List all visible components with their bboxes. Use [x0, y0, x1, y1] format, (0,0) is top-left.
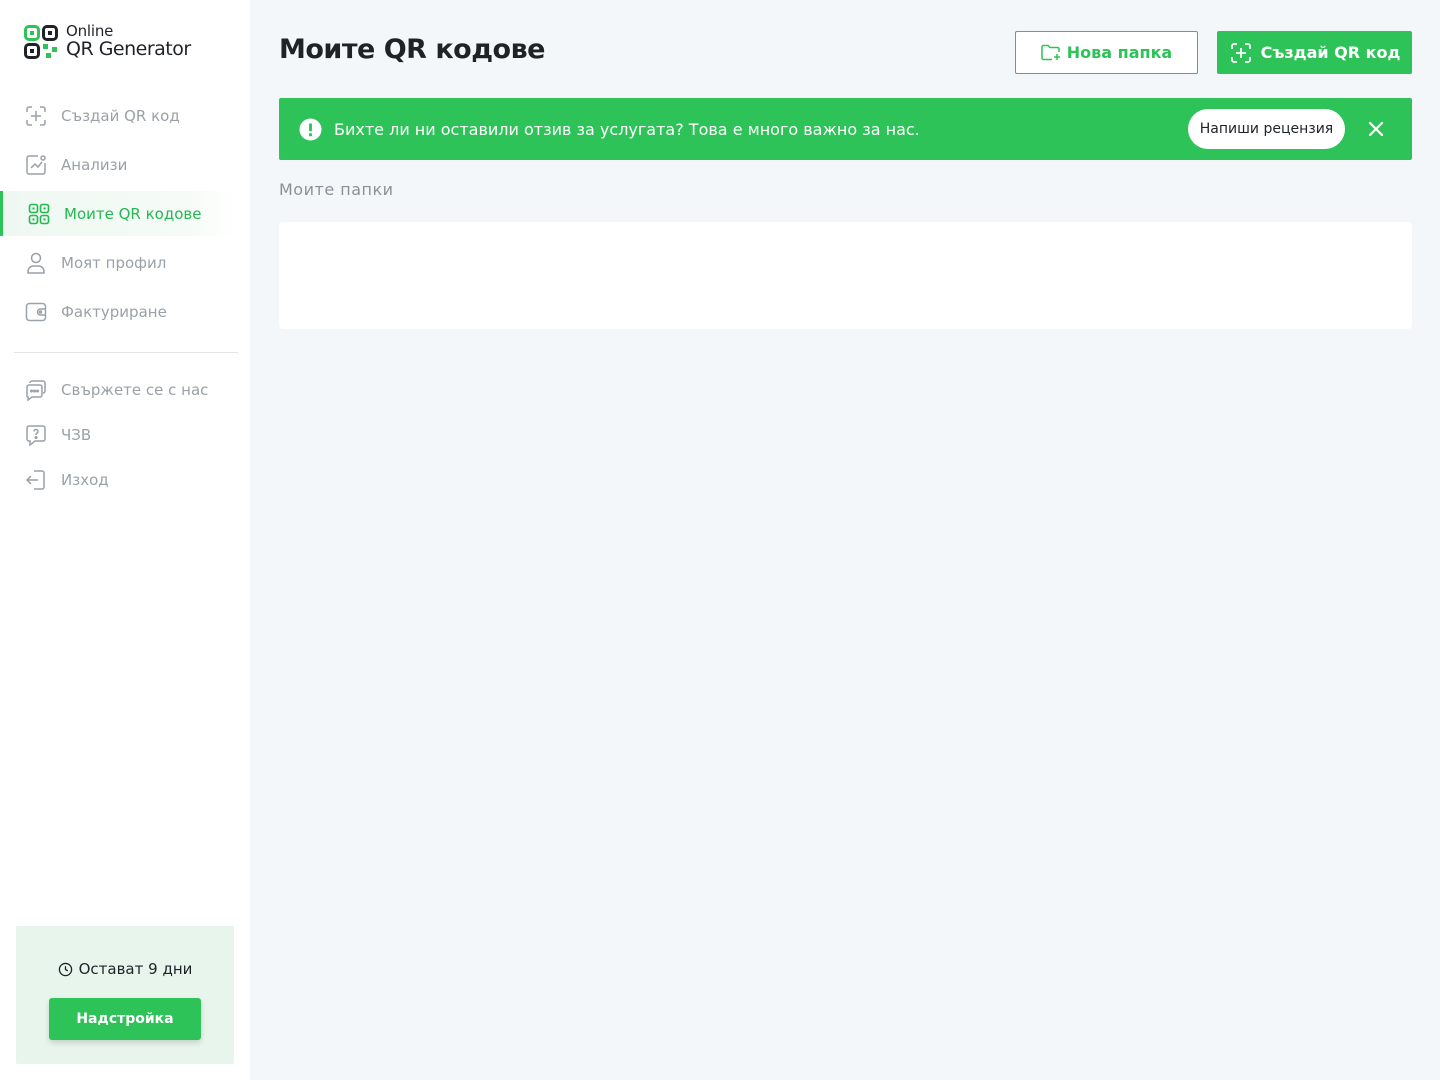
trial-days-text: Остават 9 дни	[78, 960, 193, 978]
sidebar-item-contact[interactable]: Свържете се с нас	[0, 367, 250, 412]
sidebar-item-label: Моят профил	[61, 253, 167, 272]
write-review-button[interactable]: Напиши рецензия	[1188, 109, 1345, 149]
logo[interactable]: Online QR Generator	[24, 24, 191, 59]
logo-qr-icon	[24, 24, 58, 59]
sidebar-item-label: Създай QR код	[61, 106, 180, 125]
wallet-icon	[24, 300, 48, 324]
sidebar-item-label: Изход	[61, 470, 109, 489]
clock-icon	[58, 962, 72, 976]
sidebar-item-label: Фактуриране	[61, 302, 167, 321]
sidebar-item-label: Свържете се с нас	[61, 380, 209, 399]
sidebar-item-my-qr-codes[interactable]: Моите QR кодове	[0, 191, 235, 236]
sidebar-item-label: Моите QR кодове	[64, 204, 202, 223]
folders-heading: Моите папки	[279, 180, 394, 199]
chat-icon	[24, 378, 48, 402]
sidebar-item-profile[interactable]: Моят профил	[0, 240, 250, 285]
new-folder-button[interactable]: Нова папка	[1015, 31, 1198, 74]
sidebar-item-label: ЧЗВ	[61, 425, 92, 444]
close-icon[interactable]	[1366, 119, 1386, 139]
new-folder-label: Нова папка	[1066, 43, 1173, 62]
folder-plus-icon	[1041, 44, 1060, 60]
logo-line2: QR Generator	[66, 38, 191, 60]
alert-circle-icon	[299, 117, 322, 141]
sidebar-item-create[interactable]: Създай QR код	[0, 93, 250, 138]
trial-status: Остават 9 дни	[16, 960, 234, 978]
create-qr-label: Създай QR код	[1260, 43, 1401, 62]
sidebar-divider	[14, 352, 238, 353]
sidebar-nav: Създай QR код Анализи Моите QR кодове Мо…	[0, 93, 250, 338]
sidebar-item-logout[interactable]: Изход	[0, 457, 250, 502]
page-title: Моите QR кодове	[279, 34, 545, 65]
plus-square-icon	[1230, 42, 1251, 63]
chart-line-icon	[24, 153, 48, 177]
qr-code-icon	[27, 202, 51, 226]
trial-panel: Остават 9 дни Надстройка	[16, 926, 234, 1064]
plus-square-icon	[24, 104, 48, 128]
question-icon	[24, 423, 48, 447]
logout-icon	[24, 468, 48, 492]
sidebar-item-label: Анализи	[61, 155, 128, 174]
logo-line1: Online	[66, 22, 114, 40]
sidebar-secondary-nav: Свържете се с нас ЧЗВ Изход	[0, 367, 250, 502]
review-banner: Бихте ли ни оставили отзив за услугата? …	[279, 98, 1412, 160]
user-icon	[24, 251, 48, 275]
create-qr-button[interactable]: Създай QR код	[1217, 31, 1412, 74]
review-banner-text: Бихте ли ни оставили отзив за услугата? …	[334, 119, 920, 139]
sidebar-item-billing[interactable]: Фактуриране	[0, 289, 250, 334]
folders-panel	[279, 222, 1412, 329]
sidebar-item-faq[interactable]: ЧЗВ	[0, 412, 250, 457]
upgrade-button[interactable]: Надстройка	[49, 998, 201, 1040]
sidebar-item-analytics[interactable]: Анализи	[0, 142, 250, 187]
sidebar: Online QR Generator Създай QR код Анализ…	[0, 0, 250, 1080]
